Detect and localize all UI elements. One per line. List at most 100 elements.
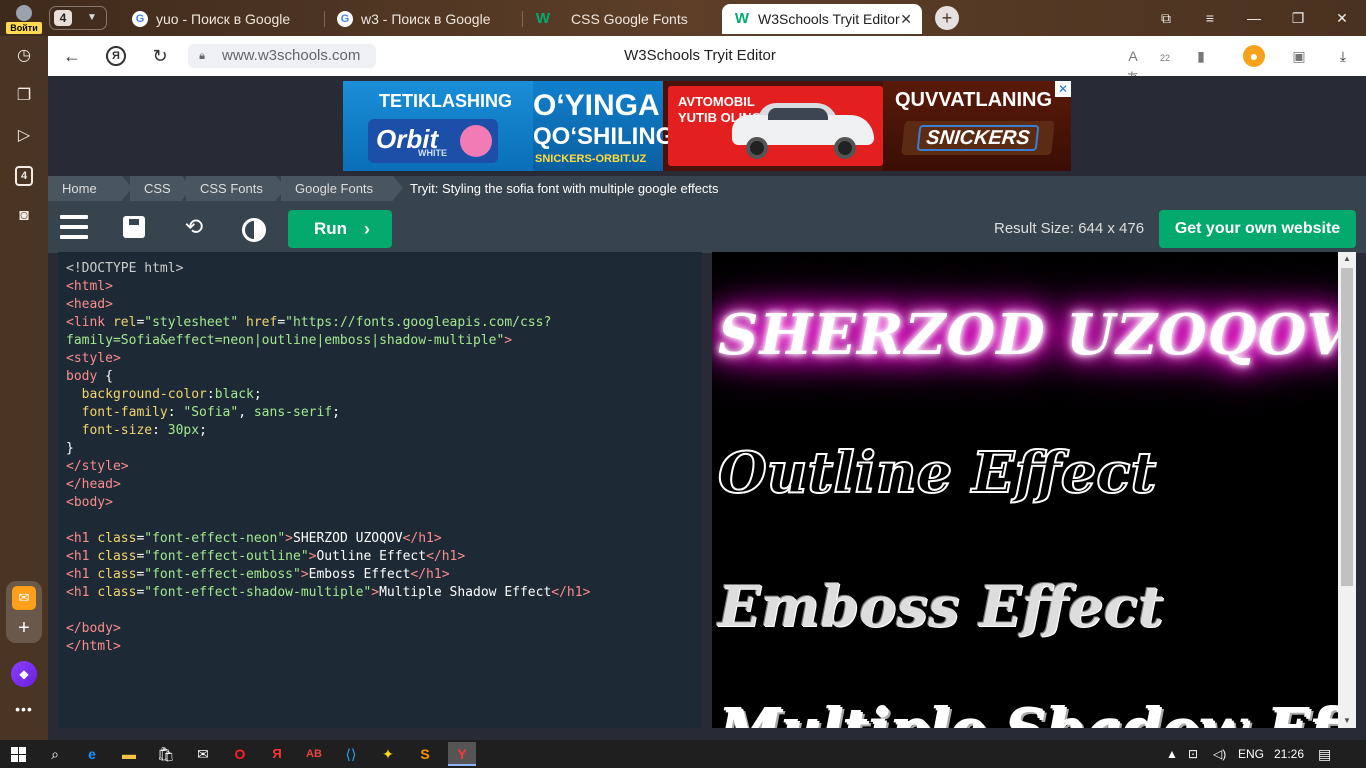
result-scrollbar[interactable]: ▲ ▼ <box>1338 252 1356 728</box>
theme-contrast-icon[interactable] <box>242 218 266 242</box>
tab-title: w3 - Поиск в Google <box>361 11 491 27</box>
run-button[interactable]: Run › <box>288 210 392 248</box>
tab-yuo-search[interactable]: G yuo - Поиск в Google <box>120 4 325 34</box>
file-explorer-icon[interactable]: ▬ <box>115 742 143 766</box>
history-icon[interactable]: ◷ <box>10 42 38 70</box>
get-website-button[interactable]: Get your own website <box>1159 210 1356 248</box>
rotate-orientation-icon[interactable]: ⟲ <box>178 211 210 243</box>
new-tab-button[interactable]: + <box>935 6 959 30</box>
result-shadow-heading: Multiple Shadow Effect <box>718 696 1356 728</box>
url-text: www.w3schools.com <box>222 47 361 64</box>
snickers-logo: SNICKERS <box>901 121 1055 155</box>
yandex-icon[interactable]: Я <box>263 742 291 766</box>
collections-icon[interactable]: ❐ <box>10 82 38 110</box>
ad-site: SNICKERS-ORBIT.UZ <box>535 153 647 165</box>
volume-icon[interactable]: ◁) <box>1213 740 1226 768</box>
result-neon-heading: SHERZOD UZOQOV <box>718 302 1351 368</box>
screenshot-icon[interactable]: ◙ <box>10 202 38 230</box>
edge-icon[interactable]: e <box>78 742 106 766</box>
avatar <box>16 5 32 21</box>
close-ad-icon[interactable]: ✕ <box>1055 81 1071 97</box>
windows-icon <box>10 747 26 762</box>
url-field[interactable]: 🔒︎ www.w3schools.com <box>188 44 376 68</box>
chevron-right-icon: › <box>364 219 370 239</box>
tab-css-google-fonts[interactable]: W CSS Google Fonts <box>523 4 721 34</box>
code-text[interactable]: <!DOCTYPE html> <html> <head> <link rel=… <box>66 260 590 656</box>
network-icon[interactable]: ⊡ <box>1188 740 1198 768</box>
breadcrumb: Home CSS CSS Fonts Google Fonts Tryit: S… <box>48 176 1366 201</box>
tab-bar: Войти 4 ▼ G yuo - Поиск в Google G w3 - … <box>0 0 1366 36</box>
editor-toolbar: ⟲ Run › Result Size: 644 x 476 Get your … <box>48 201 1366 253</box>
scrollbar-thumb[interactable] <box>1341 268 1353 586</box>
extension-icon[interactable]: ● <box>1243 45 1265 67</box>
profile-button[interactable]: Войти <box>6 3 42 34</box>
start-button[interactable] <box>4 742 32 766</box>
back-icon[interactable]: ← <box>60 44 84 68</box>
lock-icon: 🔒︎ <box>199 50 205 62</box>
google-icon: G <box>337 11 353 27</box>
tab-tryit-editor[interactable]: W W3Schools Tryit Editor ✕ <box>722 4 922 34</box>
page-content: TETIKLASHING Orbit WHITE O‘YINGA QO‘SHIL… <box>48 76 1366 740</box>
close-window-icon[interactable]: ✕ <box>1329 6 1355 30</box>
opera-icon[interactable]: O <box>226 742 254 766</box>
clock[interactable]: 21:26 <box>1274 740 1304 768</box>
bookmark-icon[interactable]: ▮ <box>1190 45 1212 67</box>
vscode-icon[interactable]: ⟨⟩ <box>337 742 365 766</box>
chevron-down-icon: ▼ <box>87 12 97 23</box>
breadcrumb-css[interactable]: CSS <box>130 176 192 201</box>
advertisement-banner[interactable]: TETIKLASHING Orbit WHITE O‘YINGA QO‘SHIL… <box>343 81 1071 171</box>
yandex-icon[interactable]: Я <box>106 46 126 66</box>
store-icon[interactable]: 🛍︎ <box>152 742 180 766</box>
gum-image <box>460 125 492 157</box>
browser-sidebar: ◷ ❐ ▷ 4 ◙ ✉ + ◆ ••• <box>0 36 48 740</box>
tab-count-button[interactable]: 4 ▼ <box>49 6 107 30</box>
notifications-icon[interactable]: 22 <box>1154 45 1176 67</box>
alice-assistant-icon[interactable]: ◆ <box>11 661 37 687</box>
search-icon[interactable]: ⌕ <box>41 742 69 766</box>
w3schools-icon: W <box>535 10 551 27</box>
result-preview[interactable]: SHERZOD UZOQOV Outline Effect Emboss Eff… <box>712 252 1356 728</box>
save-icon[interactable] <box>118 211 150 243</box>
profile-login-label: Войти <box>6 22 42 34</box>
breadcrumb-current: Tryit: Styling the sofia font with multi… <box>410 181 719 196</box>
image-extension-icon[interactable]: ▣ <box>1288 45 1310 67</box>
sublime-icon[interactable]: S <box>411 742 439 766</box>
ad-heading: QO‘SHILING <box>533 123 675 150</box>
tab-title: yuo - Поиск в Google <box>156 11 291 27</box>
restore-icon[interactable]: ❐ <box>1285 6 1311 30</box>
address-bar: ← Я ↻ 🔒︎ www.w3schools.com W3Schools Try… <box>48 36 1366 86</box>
sidebar-tabs-badge[interactable]: 4 <box>15 166 33 186</box>
breadcrumb-google-fonts[interactable]: Google Fonts <box>281 176 403 201</box>
language-indicator[interactable]: ENG <box>1238 740 1264 768</box>
tray-expand-icon[interactable]: ▲ <box>1166 740 1178 768</box>
reload-icon[interactable]: ↻ <box>148 44 172 68</box>
notification-count: 22 <box>1159 53 1170 63</box>
code-editor[interactable]: <!DOCTYPE html> <html> <head> <link rel=… <box>58 252 702 728</box>
app-icon[interactable]: ✦ <box>374 742 402 766</box>
menu-icon[interactable]: ≡ <box>1197 6 1223 30</box>
menu-icon[interactable] <box>58 211 90 243</box>
video-play-icon[interactable]: ▷ <box>10 122 38 150</box>
breadcrumb-home[interactable]: Home <box>48 176 132 201</box>
close-tab-icon[interactable]: ✕ <box>900 4 912 34</box>
scroll-up-icon[interactable]: ▲ <box>1338 252 1356 266</box>
mail-icon[interactable]: ✉ <box>189 742 217 766</box>
more-icon[interactable]: ••• <box>11 701 37 721</box>
action-center-icon[interactable]: ▤ <box>1318 740 1331 768</box>
tab-title: W3Schools Tryit Editor <box>758 11 900 27</box>
tab-manager-icon[interactable]: ⧉ <box>1153 6 1179 30</box>
translate-icon[interactable]: Aあ <box>1122 45 1144 86</box>
minimize-icon[interactable]: — <box>1241 6 1267 30</box>
add-app-icon[interactable]: + <box>12 616 36 640</box>
download-icon[interactable]: ⤓ <box>1332 45 1354 67</box>
breadcrumb-css-fonts[interactable]: CSS Fonts <box>186 176 286 201</box>
yandex-browser-icon[interactable]: Y <box>448 742 476 766</box>
result-outline-heading: Outline Effect <box>717 439 1157 507</box>
scroll-down-icon[interactable]: ▼ <box>1338 714 1356 728</box>
access-icon[interactable]: AB <box>300 742 328 766</box>
w3schools-icon: W <box>734 10 750 27</box>
sidebar-apps: ✉ + <box>6 581 42 643</box>
mail-icon[interactable]: ✉ <box>12 586 36 610</box>
ad-heading: O‘YINGA <box>533 89 660 122</box>
tab-w3-search[interactable]: G w3 - Поиск в Google <box>325 4 523 34</box>
